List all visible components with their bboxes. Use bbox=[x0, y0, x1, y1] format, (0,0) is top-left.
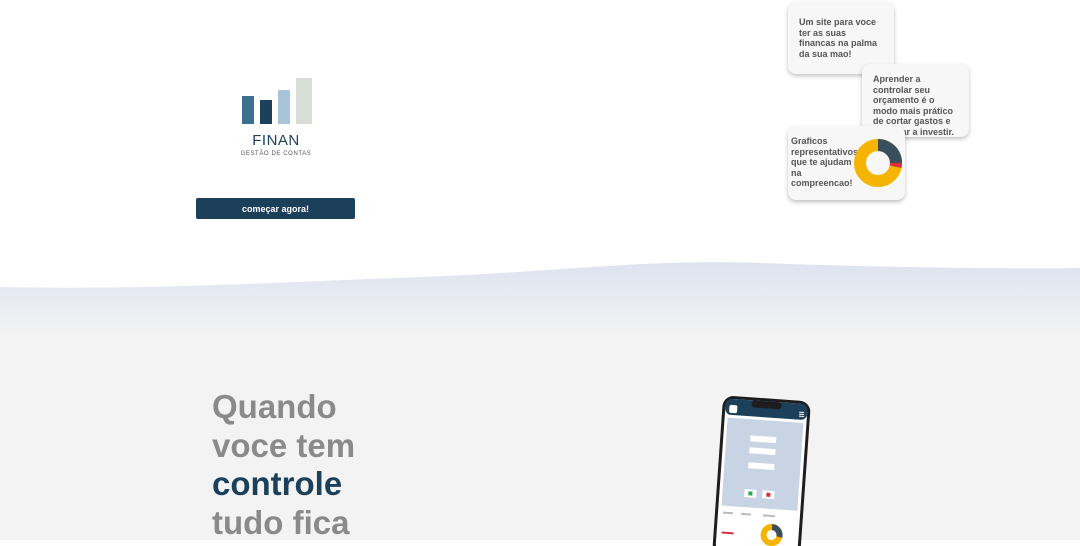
feature-card-text: Um site para voce ter as suas financas n… bbox=[799, 17, 878, 59]
wave-divider bbox=[0, 262, 1080, 335]
headline-line: voce tem bbox=[212, 426, 356, 464]
logo-title: FINAN bbox=[252, 132, 300, 149]
feature-card-text: Graficos representativos que te ajudam n… bbox=[791, 136, 859, 188]
headline-highlight: controle bbox=[212, 465, 343, 502]
headline-line: Quando bbox=[212, 388, 337, 425]
logo-subtitle: GESTÃO DE CONTAS bbox=[240, 151, 312, 157]
headline: Quando voce tem controle tudo fica bbox=[212, 388, 355, 542]
start-now-button[interactable]: começar agora! bbox=[196, 198, 355, 219]
donut-chart-icon bbox=[854, 139, 902, 187]
bar-chart-logo-icon bbox=[242, 78, 312, 124]
finan-logo: FINAN GESTÃO DE CONTAS bbox=[236, 78, 318, 162]
features-section bbox=[0, 300, 1080, 540]
phone-mockup-image bbox=[712, 396, 811, 546]
headline-line: tudo fica bbox=[212, 503, 350, 541]
